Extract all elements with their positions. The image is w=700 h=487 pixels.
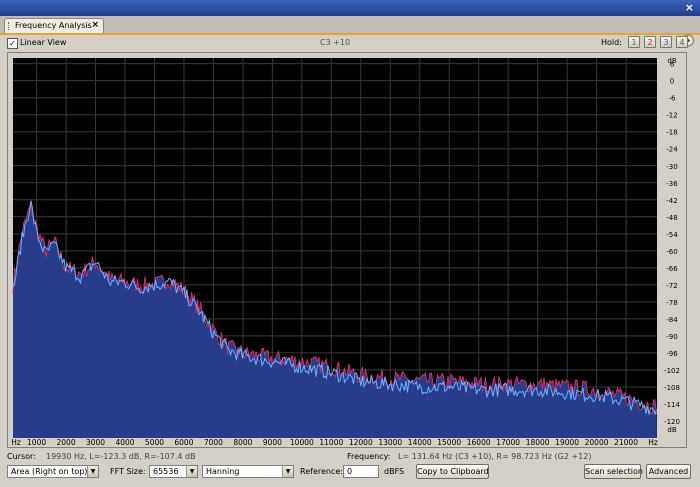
y-tick-label: -36	[666, 180, 678, 188]
window-function-dropdown[interactable]: Hanning ▼	[202, 465, 294, 478]
hold-label: Hold:	[601, 38, 622, 47]
y-tick-label: -78	[666, 299, 677, 307]
x-tick-label: 2000	[57, 438, 76, 447]
reference-value: 0	[347, 467, 353, 476]
tab-label: Frequency Analysis	[15, 21, 92, 30]
tab-close-icon[interactable]: ×	[91, 20, 99, 30]
window-close-icon[interactable]: ×	[685, 1, 694, 15]
y-tick-label: -54	[666, 231, 678, 239]
x-tick-label: 7000	[204, 438, 223, 447]
display-mode-dropdown[interactable]: Area (Right on top) ▼	[7, 465, 99, 478]
window-title-bar: ×	[0, 0, 700, 16]
fft-size-value: 65536	[153, 467, 179, 476]
x-tick-label: 14000	[408, 438, 432, 447]
cursor-label: Cursor:	[7, 452, 36, 461]
x-tick-label: 15000	[437, 438, 461, 447]
frequency-spectrum-chart[interactable]: Hz 1000 2000 3000 4000 5000 6000 7000 8000 9000 10…	[8, 53, 686, 447]
spectrum-plot-frame[interactable]: Hz 1000 2000 3000 4000 5000 6000 7000 8000 9000 10…	[7, 52, 687, 448]
x-tick-label: 3000	[86, 438, 105, 447]
y-tick-label: -30	[666, 163, 677, 171]
chevron-down-icon[interactable]: ▼	[186, 466, 197, 477]
note-readout: C3 +10	[320, 38, 351, 47]
y-tick-label: -114	[664, 401, 680, 409]
hold-button-2[interactable]: 2	[644, 36, 656, 48]
copy-to-clipboard-button[interactable]: Copy to Clipboard	[416, 464, 489, 479]
y-tick-label: -24	[666, 146, 678, 154]
advanced-button[interactable]: Advanced	[646, 464, 691, 479]
x-tick-label: Hz	[11, 438, 21, 447]
x-tick-label: 17000	[496, 438, 520, 447]
display-mode-value: Area (Right on top)	[11, 467, 88, 476]
y-tick-label: -108	[664, 384, 680, 392]
hold-button-1[interactable]: 1	[628, 36, 640, 48]
y-tick-label: 0	[670, 78, 674, 86]
x-tick-label: 13000	[378, 438, 402, 447]
hold-button-3[interactable]: 3	[660, 36, 672, 48]
tab-grip-icon[interactable]	[8, 22, 12, 30]
y-tick-label: -18	[666, 129, 677, 137]
x-tick-label: 4000	[115, 438, 134, 447]
hold-button-4[interactable]: 4	[676, 36, 688, 48]
y-tick-label: -120	[664, 418, 680, 426]
x-tick-label: 9000	[263, 438, 282, 447]
fft-size-label: FFT Size:	[110, 467, 146, 476]
cursor-readout: 19930 Hz, L=-123.3 dB, R=-107.4 dB	[46, 452, 196, 461]
panel-tab-strip: Frequency Analysis ×	[0, 16, 700, 47]
x-tick-label: 6000	[174, 438, 193, 447]
y-tick-label: -66	[666, 265, 678, 273]
y-tick-label: -96	[666, 350, 678, 358]
x-tick-label: 21000	[614, 438, 638, 447]
x-tick-label: 19000	[555, 438, 579, 447]
reference-unit: dBFS	[384, 467, 405, 476]
reference-input[interactable]: 0	[343, 465, 379, 478]
y-tick-label: -72	[666, 282, 677, 290]
y-tick-label: -102	[664, 367, 680, 375]
frequency-label: Frequency:	[347, 452, 391, 461]
y-tick-label: -12	[666, 112, 677, 120]
tab-frequency-analysis[interactable]: Frequency Analysis ×	[4, 18, 104, 33]
chevron-down-icon[interactable]: ▼	[87, 466, 98, 477]
x-tick-label: 1000	[27, 438, 46, 447]
x-tick-label: 11000	[319, 438, 343, 447]
x-tick-label: 8000	[233, 438, 252, 447]
scan-selection-button[interactable]: Scan selection	[584, 464, 643, 479]
y-tick-label: -84	[666, 316, 678, 324]
y-tick-label: dB	[667, 426, 676, 434]
window-function-value: Hanning	[206, 467, 240, 476]
x-tick-label: Hz	[648, 438, 658, 447]
x-tick-label: 5000	[145, 438, 164, 447]
linear-view-label: Linear View	[20, 38, 67, 47]
x-tick-label: 10000	[290, 438, 314, 447]
y-tick-label: -6	[669, 95, 677, 103]
x-tick-label: 20000	[585, 438, 609, 447]
x-tick-label: 18000	[526, 438, 550, 447]
y-tick-label: -48	[666, 214, 677, 222]
analysis-toolbar: ✓ Linear View C3 +10 Hold: 1 2 3 4	[0, 35, 700, 51]
x-tick-label: 12000	[349, 438, 373, 447]
linear-view-checkbox[interactable]: ✓	[7, 38, 18, 49]
fft-size-dropdown[interactable]: 65536 ▼	[149, 465, 198, 478]
reference-label: Reference:	[300, 467, 343, 476]
y-tick-label: -60	[666, 248, 677, 256]
y-tick-label: -90	[666, 333, 677, 341]
chevron-down-icon[interactable]: ▼	[282, 466, 293, 477]
y-tick-label: -42	[666, 197, 677, 205]
frequency-readout: L= 131.64 Hz (C3 +10), R= 98.723 Hz (G2 …	[398, 452, 592, 461]
y-tick-label: 6	[670, 61, 675, 69]
x-tick-label: 16000	[467, 438, 491, 447]
